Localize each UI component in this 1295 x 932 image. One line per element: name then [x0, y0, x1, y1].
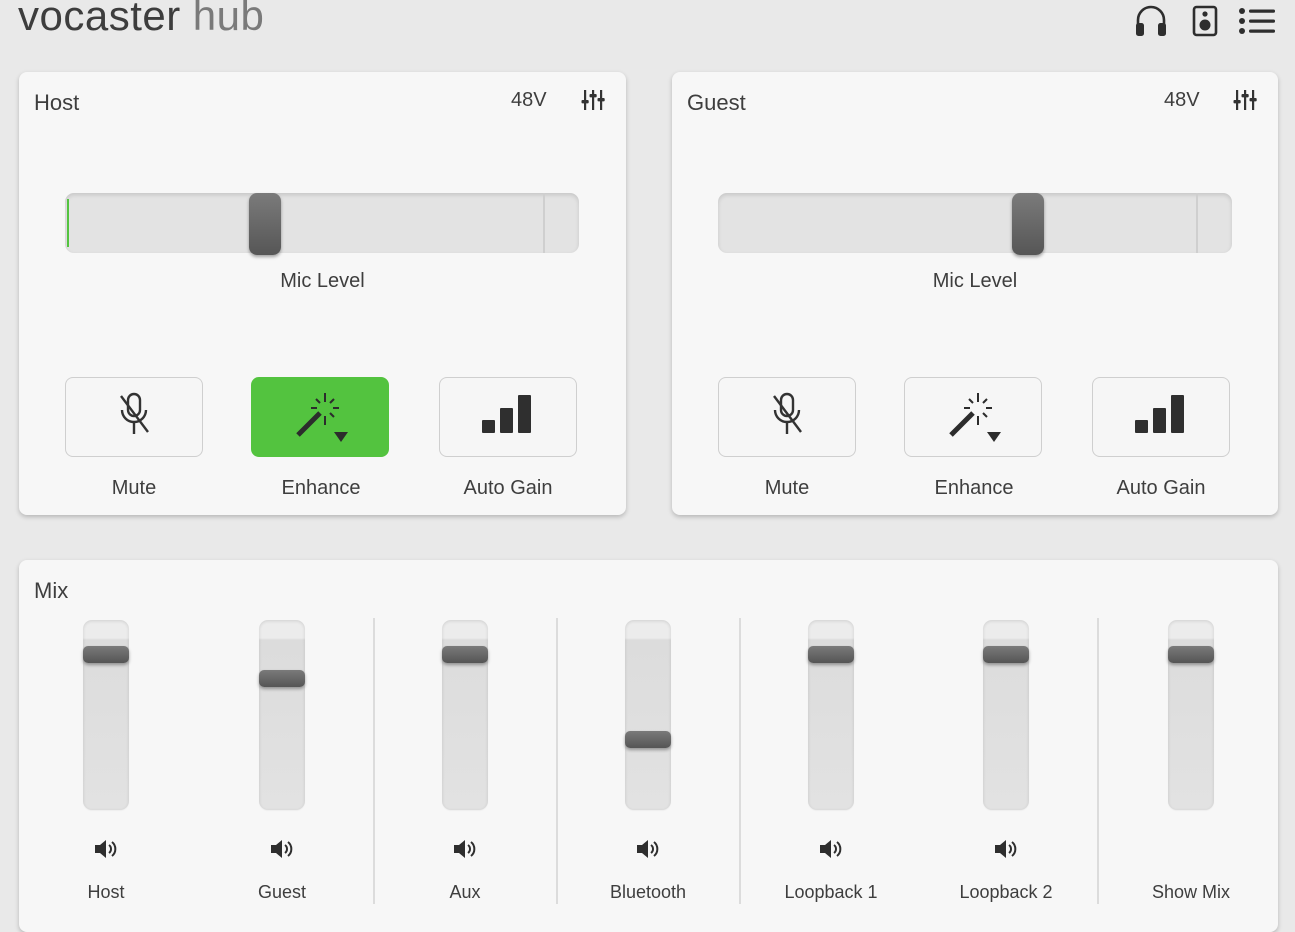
host-title: Host	[34, 90, 80, 115]
fader-thumb[interactable]	[808, 646, 854, 663]
speaker-volume-icon[interactable]	[93, 837, 119, 861]
speaker-volume-icon[interactable]	[452, 837, 478, 861]
guest-slider-limit-mark	[1196, 193, 1198, 253]
guest-mute-label: Mute	[764, 477, 810, 499]
guest-auto-gain-label: Auto Gain	[1116, 477, 1206, 499]
mix-channel-label: Show Mix	[1151, 882, 1231, 902]
mix-channel-label: Host	[87, 882, 125, 902]
guest-mute-button[interactable]	[718, 377, 856, 457]
guest-enhance-button[interactable]	[904, 377, 1042, 457]
mix-channel-label: Bluetooth	[609, 882, 687, 902]
headphones-icon[interactable]	[1133, 3, 1169, 39]
host-48v-button[interactable]: 48V	[511, 89, 547, 112]
mix-divider	[556, 618, 558, 904]
logo-main: vocaster	[18, 0, 181, 39]
mix-channel-label: Aux	[449, 882, 481, 902]
fader-thumb[interactable]	[625, 731, 671, 748]
mix-title: Mix	[34, 578, 69, 603]
mix-channel-label: Loopback 2	[959, 882, 1053, 902]
guest-mic-level-slider[interactable]	[718, 193, 1232, 255]
mic-off-icon	[767, 388, 807, 447]
mix-fader-loopback-1[interactable]	[808, 620, 854, 810]
fader-thumb[interactable]	[442, 646, 488, 663]
app-logo: vocaster hub	[18, 0, 264, 40]
host-mic-level-thumb[interactable]	[249, 193, 281, 255]
host-signal-meter	[67, 199, 69, 247]
host-mute-button[interactable]	[65, 377, 203, 457]
mix-fader-loopback-2[interactable]	[983, 620, 1029, 810]
host-mic-level-label: Mic Level	[280, 270, 365, 292]
mix-divider	[373, 618, 375, 904]
host-enhance-button[interactable]	[251, 377, 389, 457]
speaker-icon[interactable]	[1187, 3, 1223, 39]
host-auto-gain-button[interactable]	[439, 377, 577, 457]
host-panel: Host 48V Mic Level Mute Enhance Auto Gai…	[19, 72, 626, 515]
guest-settings-sliders-icon[interactable]	[1233, 88, 1257, 112]
mix-channel-label: Loopback 1	[784, 882, 878, 902]
speaker-volume-icon[interactable]	[635, 837, 661, 861]
mix-divider	[739, 618, 741, 904]
mix-fader-bluetooth[interactable]	[625, 620, 671, 810]
magic-wand-icon	[290, 387, 350, 448]
guest-panel: Guest 48V Mic Level Mute Enhance Auto Ga…	[672, 72, 1278, 515]
guest-enhance-label: Enhance	[934, 477, 1014, 499]
guest-mic-level-thumb[interactable]	[1012, 193, 1044, 255]
fader-thumb[interactable]	[983, 646, 1029, 663]
guest-48v-button[interactable]: 48V	[1164, 89, 1200, 112]
mix-panel: Mix Host Guest Aux Bluetooth Loopback 1	[19, 560, 1278, 932]
bars-icon	[481, 394, 535, 440]
mix-fader-host[interactable]	[83, 620, 129, 810]
speaker-volume-icon[interactable]	[269, 837, 295, 861]
fader-thumb[interactable]	[83, 646, 129, 663]
mic-off-icon	[114, 388, 154, 447]
guest-auto-gain-button[interactable]	[1092, 377, 1230, 457]
menu-icon[interactable]	[1237, 3, 1277, 39]
host-mute-label: Mute	[111, 477, 157, 499]
mix-divider	[1097, 618, 1099, 904]
bars-icon	[1134, 394, 1188, 440]
host-slider-limit-mark	[543, 193, 545, 253]
mix-fader-show-mix[interactable]	[1168, 620, 1214, 810]
mix-fader-aux[interactable]	[442, 620, 488, 810]
speaker-volume-icon[interactable]	[993, 837, 1019, 861]
mix-channel-label: Guest	[257, 882, 307, 902]
host-settings-sliders-icon[interactable]	[581, 88, 605, 112]
fader-thumb[interactable]	[259, 670, 305, 687]
guest-mic-level-label: Mic Level	[932, 270, 1018, 292]
magic-wand-icon	[943, 387, 1003, 448]
guest-title: Guest	[687, 90, 746, 115]
host-auto-gain-label: Auto Gain	[463, 477, 553, 499]
speaker-volume-icon[interactable]	[818, 837, 844, 861]
host-mic-level-slider[interactable]	[65, 193, 579, 255]
fader-thumb[interactable]	[1168, 646, 1214, 663]
mix-fader-guest[interactable]	[259, 620, 305, 810]
host-enhance-label: Enhance	[281, 477, 361, 499]
logo-sub: hub	[192, 0, 265, 39]
